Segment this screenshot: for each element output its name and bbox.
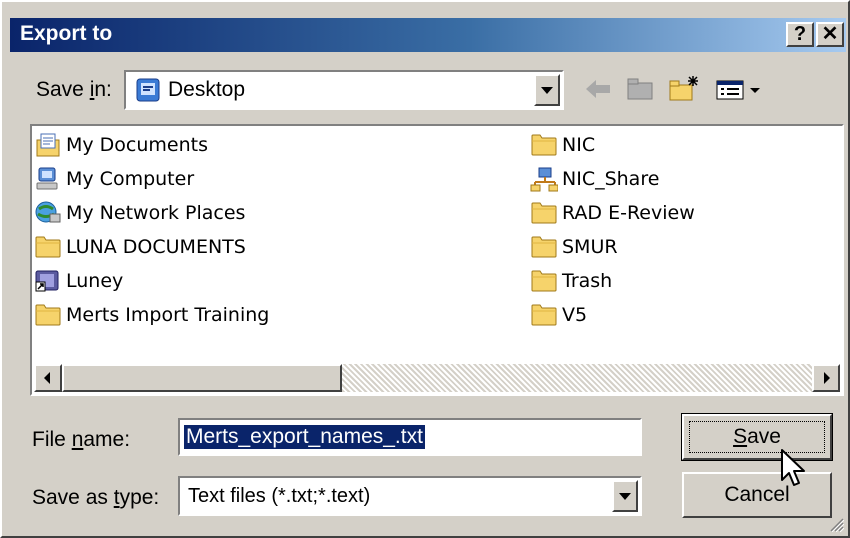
file-name-value: Merts_export_names_.txt xyxy=(184,425,425,449)
my-documents-icon xyxy=(34,132,64,158)
save-as-type-combobox[interactable]: Text files (*.txt;*.text) xyxy=(178,476,642,516)
view-menu-icon[interactable] xyxy=(714,74,766,104)
list-item-label: Trash xyxy=(562,270,613,292)
list-item[interactable]: NIC_Share xyxy=(530,164,659,194)
list-item-label: My Network Places xyxy=(66,202,246,224)
scrollbar-thumb[interactable] xyxy=(62,364,342,392)
list-item[interactable]: My Documents xyxy=(34,130,208,160)
list-item[interactable]: NIC xyxy=(530,130,595,160)
folder-icon xyxy=(530,234,560,260)
folder-icon xyxy=(530,132,560,158)
list-item[interactable]: Luney xyxy=(34,266,123,296)
list-item-label: Luney xyxy=(66,270,124,292)
chevron-down-icon xyxy=(619,493,631,500)
network-places-icon xyxy=(34,200,64,226)
back-icon[interactable] xyxy=(582,74,614,104)
list-item[interactable]: My Computer xyxy=(34,164,194,194)
file-list[interactable]: My Documents My Computer My Network Places… xyxy=(30,124,844,396)
list-item-label: RAD E-Review xyxy=(562,202,695,224)
save-in-dropdown-button[interactable] xyxy=(534,74,560,106)
close-button[interactable]: ✕ xyxy=(816,22,844,47)
save-in-label: Save in: xyxy=(36,78,112,101)
folder-icon xyxy=(530,200,560,226)
list-item-label: V5 xyxy=(562,304,588,326)
resize-grip-icon[interactable] xyxy=(828,516,845,533)
folder-icon xyxy=(34,234,64,260)
list-item[interactable]: LUNA DOCUMENTS xyxy=(34,232,246,262)
list-item[interactable]: Trash xyxy=(530,266,612,296)
list-item[interactable]: V5 xyxy=(530,300,587,330)
scroll-right-button[interactable] xyxy=(812,364,840,392)
desktop-icon xyxy=(136,78,160,102)
list-item-label: LUNA DOCUMENTS xyxy=(66,236,246,258)
list-item[interactable]: RAD E-Review xyxy=(530,198,695,228)
folder-icon xyxy=(530,302,560,328)
list-item-label: NIC_Share xyxy=(562,168,660,190)
my-computer-icon xyxy=(34,166,64,192)
save-as-type-label: Save as type: xyxy=(32,486,160,509)
chevron-down-icon xyxy=(541,87,553,94)
scroll-left-button[interactable] xyxy=(34,364,62,392)
save-as-type-value: Text files (*.txt;*.text) xyxy=(188,485,371,507)
title-bar[interactable]: Export to ? ✕ xyxy=(10,18,846,52)
list-item-label: My Documents xyxy=(66,134,209,156)
list-item[interactable]: SMUR xyxy=(530,232,618,262)
up-folder-icon[interactable] xyxy=(624,74,656,104)
list-item[interactable]: My Network Places xyxy=(34,198,245,228)
list-item[interactable]: Merts Import Training xyxy=(34,300,269,330)
list-item-label: My Computer xyxy=(66,168,195,190)
new-folder-icon[interactable] xyxy=(668,74,700,104)
horizontal-scrollbar[interactable] xyxy=(34,364,840,392)
shortcut-icon xyxy=(34,268,64,294)
file-name-field[interactable]: Merts_export_names_.txt xyxy=(178,418,642,456)
folder-icon xyxy=(530,268,560,294)
save-as-type-dropdown-button[interactable] xyxy=(612,480,638,512)
help-button[interactable]: ? xyxy=(786,22,814,47)
folder-icon xyxy=(34,302,64,328)
file-name-label: File name: xyxy=(32,428,131,451)
window-title: Export to xyxy=(20,22,113,45)
save-in-combobox[interactable]: Desktop xyxy=(124,70,564,110)
network-share-icon xyxy=(530,166,560,192)
list-item-label: NIC xyxy=(562,134,596,156)
list-item-label: SMUR xyxy=(562,236,618,258)
list-item-label: Merts Import Training xyxy=(66,304,270,326)
save-in-value: Desktop xyxy=(168,78,246,101)
export-dialog: Export to ? ✕ Save in: Desktop My Docume… xyxy=(0,0,850,538)
mouse-cursor-icon xyxy=(780,448,810,496)
